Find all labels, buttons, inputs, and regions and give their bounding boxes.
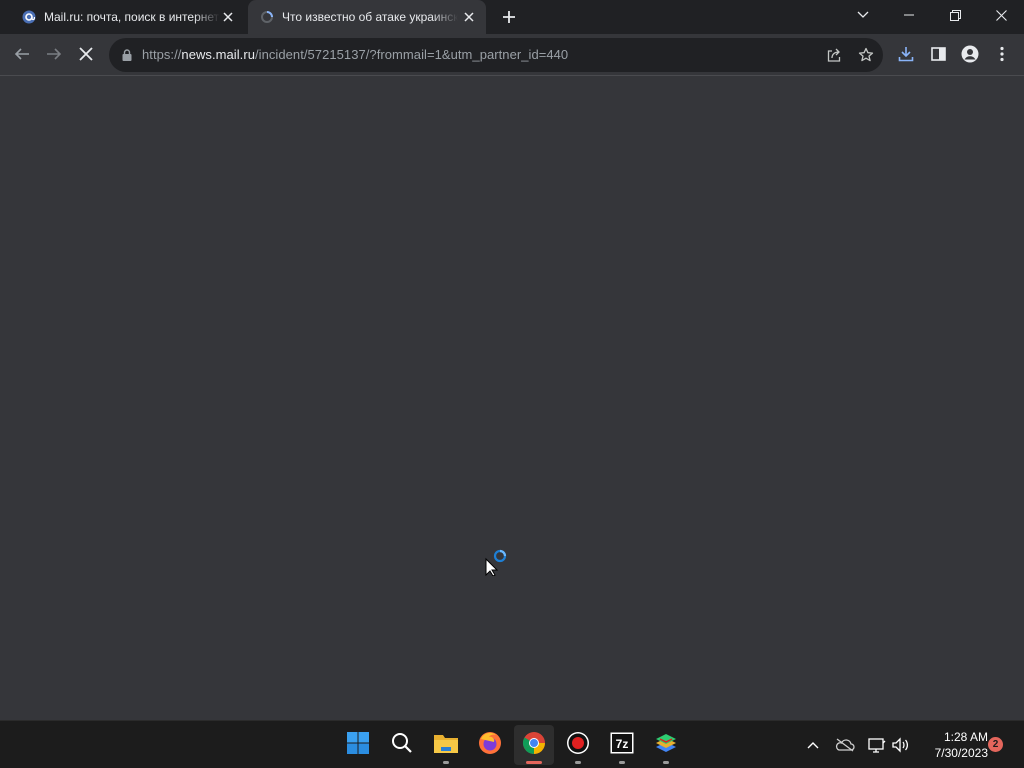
url-scheme: https:// [142,47,182,62]
7zip-icon: 7z [610,732,634,759]
url-path: /incident/57215137/?frommail=1&utm_partn… [255,47,569,62]
tab-title: Mail.ru: почта, поиск в интернете, новос… [44,10,220,24]
share-icon[interactable] [824,45,844,65]
menu-kebab-icon[interactable] [987,39,1017,69]
7zip-button[interactable]: 7z [602,725,642,765]
chrome-icon [522,731,546,760]
file-explorer-button[interactable] [426,725,466,765]
chrome-button[interactable] [514,725,554,765]
profile-avatar-icon[interactable] [955,39,985,69]
close-window-button[interactable] [978,0,1024,30]
record-icon [566,731,590,760]
bluestacks-icon [654,731,678,760]
windows-logo-icon [346,731,370,760]
svg-text:7z: 7z [616,737,629,751]
search-icon [391,732,413,759]
screen-recorder-button[interactable] [558,725,598,765]
url-host: news.mail.ru [181,47,255,62]
tab-search-chevron-icon[interactable] [840,0,886,30]
forward-button[interactable] [39,39,69,69]
running-indicator [619,761,625,764]
tab-news-active[interactable]: Что известно об атаке украинских беспило… [248,0,486,34]
start-button[interactable] [338,725,378,765]
stop-loading-button[interactable] [71,39,101,69]
browser-toolbar: https://news.mail.ru/incident/57215137/?… [0,34,1024,76]
tab-title: Что известно об атаке украинских беспило… [282,10,458,24]
address-bar[interactable]: https://news.mail.ru/incident/57215137/?… [109,38,883,72]
running-indicator [663,761,669,764]
restore-button[interactable] [932,0,978,30]
tab-mailru[interactable]: Mail.ru: почта, поиск в интернете, новос… [0,0,245,34]
clock-date: 7/30/2023 [934,746,988,760]
chevron-up-icon[interactable] [801,733,825,757]
volume-icon[interactable] [889,733,913,757]
busy-cursor-icon [485,548,511,577]
page-content-loading [0,77,1024,720]
search-button[interactable] [382,725,422,765]
tab-close-icon[interactable] [462,10,476,24]
tab-strip: Mail.ru: почта, поиск в интернете, новос… [0,0,1024,34]
tab-close-icon[interactable] [221,10,235,24]
clock-time: 1:28 AM [943,730,988,744]
folder-icon [433,732,459,759]
windows-taskbar: 7z 1:28 AM 7/30/2023 2 [0,720,1024,768]
bookmark-star-icon[interactable] [856,45,876,65]
loading-spinner-icon [260,10,274,24]
new-tab-button[interactable] [499,7,519,27]
minimize-button[interactable] [886,0,932,30]
firefox-icon [478,731,502,760]
running-indicator [575,761,581,764]
firefox-button[interactable] [470,725,510,765]
bluestacks-button[interactable] [646,725,686,765]
system-clock[interactable]: 1:28 AM 7/30/2023 [918,729,988,761]
download-icon[interactable] [891,39,921,69]
side-panel-icon[interactable] [923,39,953,69]
lock-icon[interactable] [121,48,133,62]
back-button[interactable] [7,39,37,69]
network-icon[interactable] [865,733,889,757]
url-text[interactable]: https://news.mail.ru/incident/57215137/?… [142,47,568,62]
active-indicator [526,761,542,764]
onedrive-offline-icon[interactable] [833,733,857,757]
running-indicator [443,761,449,764]
mailru-icon [22,10,36,24]
notification-badge[interactable]: 2 [988,737,1003,752]
